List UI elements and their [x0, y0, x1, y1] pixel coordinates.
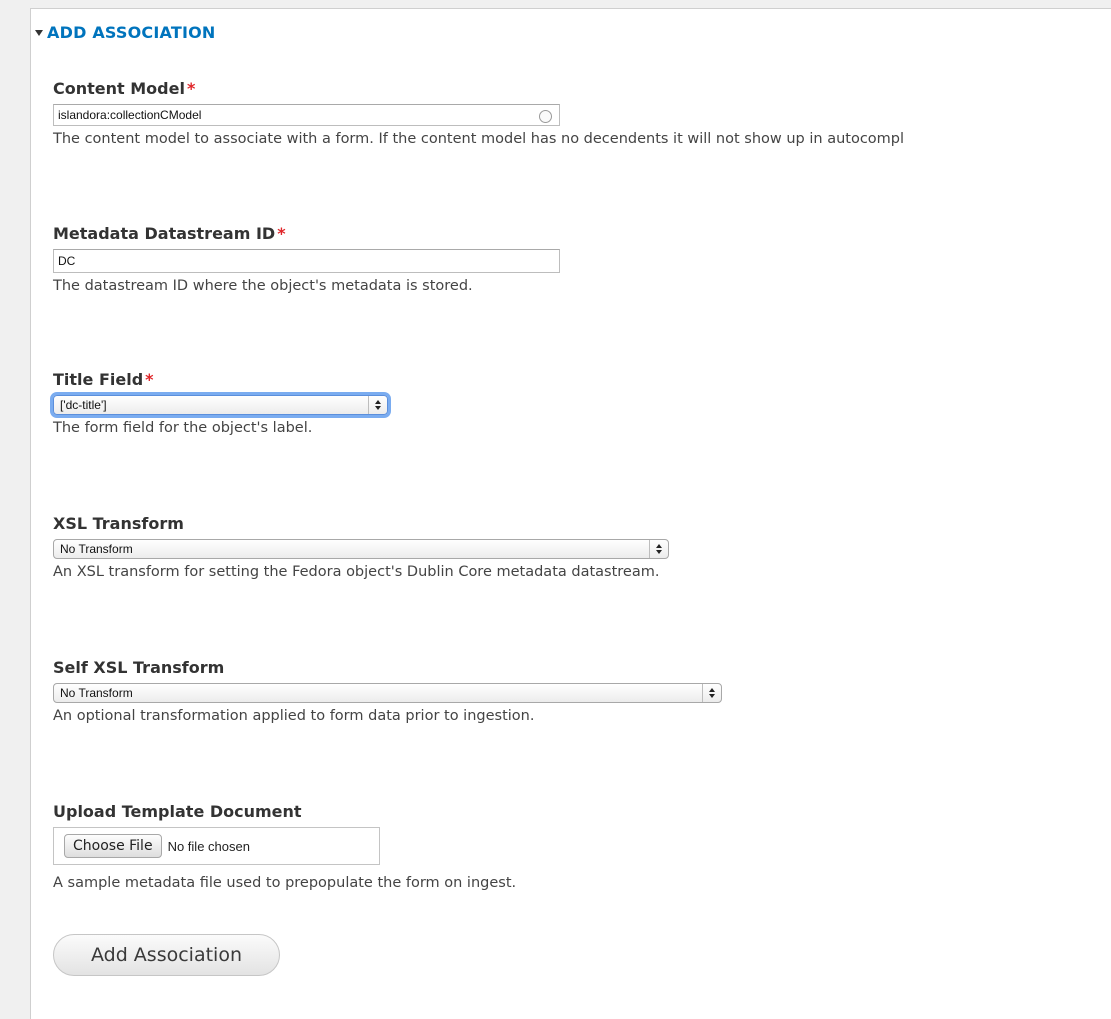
- title-field: Title Field * ['dc-title'] The form field…: [53, 370, 388, 436]
- add-association-button[interactable]: Add Association: [53, 934, 280, 976]
- select-arrows-icon: [649, 540, 668, 558]
- title-field-description: The form field for the object's label.: [53, 420, 313, 436]
- upload-template-label: Upload Template Document: [53, 802, 302, 821]
- xsl-transform-label: XSL Transform: [53, 514, 184, 533]
- title-field-value: ['dc-title']: [60, 398, 107, 412]
- self-xsl-transform-select[interactable]: No Transform: [53, 683, 722, 703]
- self-xsl-transform-description: An optional transformation applied to fo…: [53, 708, 535, 724]
- metadata-datastream-field: Metadata Datastream ID * DC The datastrea…: [53, 224, 560, 294]
- required-marker: *: [145, 370, 154, 389]
- add-association-toggle[interactable]: ADD ASSOCIATION: [35, 23, 216, 42]
- content-model-description: The content model to associate with a fo…: [53, 131, 905, 147]
- metadata-datastream-label: Metadata Datastream ID: [53, 224, 276, 243]
- fieldset-legend: ADD ASSOCIATION: [47, 23, 216, 42]
- xsl-transform-field: XSL Transform No Transform An XSL transf…: [53, 514, 669, 580]
- title-field-select[interactable]: ['dc-title']: [53, 395, 388, 415]
- self-xsl-transform-value: No Transform: [60, 686, 133, 700]
- upload-template-field: Upload Template Document Choose File No …: [53, 802, 516, 891]
- metadata-datastream-value: DC: [58, 254, 76, 268]
- choose-file-button[interactable]: Choose File: [64, 834, 162, 858]
- title-field-label: Title Field: [53, 370, 144, 389]
- metadata-datastream-input[interactable]: DC: [53, 249, 560, 273]
- file-status-text: No file chosen: [167, 838, 250, 854]
- select-arrows-icon: [368, 396, 387, 414]
- xsl-transform-select[interactable]: No Transform: [53, 539, 669, 559]
- xsl-transform-description: An XSL transform for setting the Fedora …: [53, 564, 660, 580]
- content-model-value: islandora:collectionCModel: [58, 108, 202, 122]
- required-marker: *: [186, 79, 196, 98]
- content-model-field: Content Model * islandora:collectionCMode…: [53, 79, 904, 147]
- self-xsl-transform-field: Self XSL Transform No Transform An optio…: [53, 658, 722, 724]
- select-arrows-icon: [702, 684, 721, 702]
- upload-template-description: A sample metadata file used to prepopula…: [53, 875, 517, 891]
- add-association-fieldset: ADD ASSOCIATION Content Model * islandora…: [30, 8, 1111, 1019]
- required-marker: *: [277, 224, 286, 243]
- content-model-label: Content Model: [53, 79, 185, 98]
- collapse-triangle-icon: [35, 30, 43, 36]
- xsl-transform-value: No Transform: [60, 542, 133, 556]
- self-xsl-transform-label: Self XSL Transform: [53, 658, 225, 677]
- content-model-input[interactable]: islandora:collectionCModel: [53, 104, 560, 126]
- metadata-datastream-description: The datastream ID where the object's met…: [53, 278, 473, 294]
- autocomplete-throbber-icon: [539, 110, 552, 123]
- file-upload-widget: Choose File No file chosen: [53, 827, 380, 865]
